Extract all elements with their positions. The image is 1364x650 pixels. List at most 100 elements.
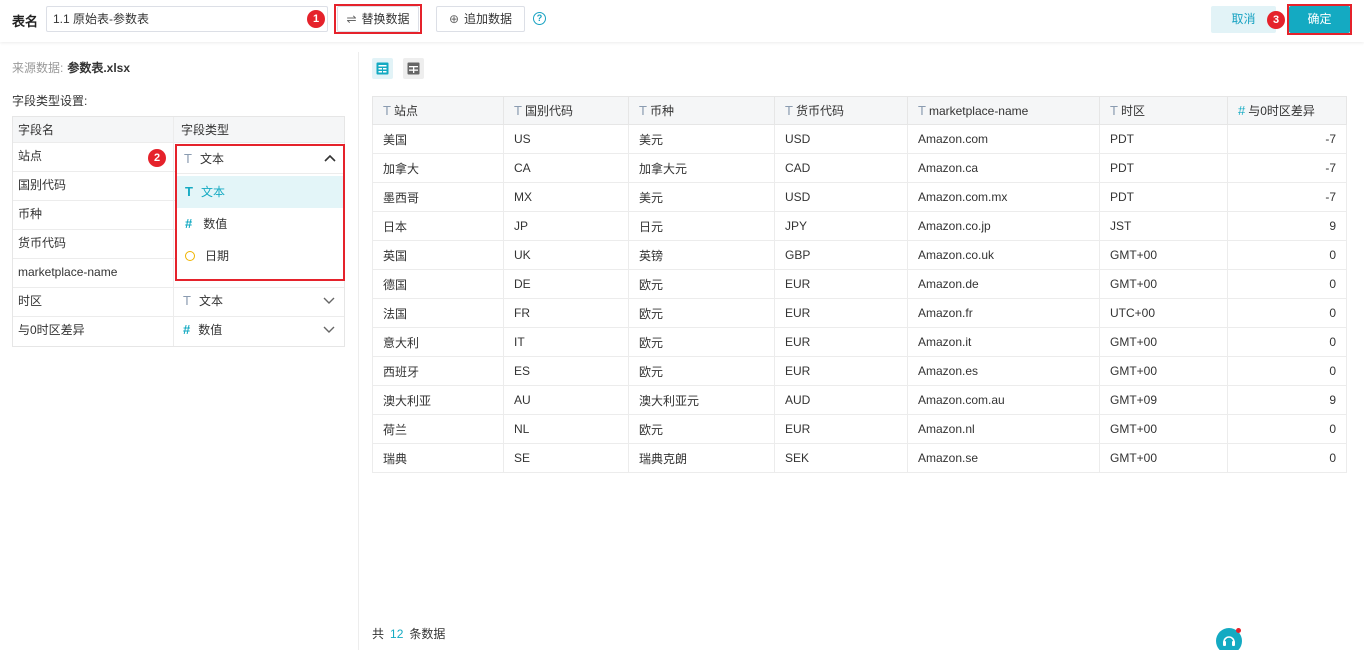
column-header[interactable]: T 站点 bbox=[372, 96, 504, 125]
field-name: 币种 bbox=[13, 201, 174, 229]
table-cell: -7 bbox=[1227, 182, 1347, 212]
field-name: 与0时区差异 bbox=[13, 317, 174, 346]
table-cell: USD bbox=[774, 124, 908, 154]
source-label: 来源数据: bbox=[12, 61, 64, 75]
table-cell: Amazon.co.jp bbox=[907, 211, 1100, 241]
table-cell: 瑞典 bbox=[372, 443, 504, 473]
table-cell: 欧元 bbox=[628, 298, 775, 328]
table-cell: 日元 bbox=[628, 211, 775, 241]
table-cell: 日本 bbox=[372, 211, 504, 241]
table-cell: -7 bbox=[1227, 153, 1347, 183]
table-cell: CA bbox=[503, 153, 629, 183]
table-cell: 0 bbox=[1227, 327, 1347, 357]
table-cell: 法国 bbox=[372, 298, 504, 328]
table-cell: 9 bbox=[1227, 211, 1347, 241]
plus-circle-icon: ⊕ bbox=[448, 12, 460, 26]
table-cell: Amazon.com.mx bbox=[907, 182, 1100, 212]
column-label: 与0时区差异 bbox=[1248, 104, 1315, 118]
help-icon[interactable]: ? bbox=[533, 12, 546, 25]
table-cell: Amazon.nl bbox=[907, 414, 1100, 444]
table-cell: 0 bbox=[1227, 356, 1347, 386]
notification-dot bbox=[1236, 628, 1241, 633]
text-type-icon: T bbox=[1110, 103, 1118, 118]
table-cell: CAD bbox=[774, 153, 908, 183]
table-cell: PDT bbox=[1099, 124, 1228, 154]
field-name: marketplace-name bbox=[13, 259, 174, 287]
table-cell: 0 bbox=[1227, 240, 1347, 270]
field-type-select-open[interactable]: T 文本 bbox=[177, 146, 343, 174]
table-row: 荷兰 NL 欧元 EUR Amazon.nl GMT+00 0 bbox=[372, 414, 1347, 444]
field-type-select[interactable]: T 文本 bbox=[174, 288, 344, 316]
record-count: 共 12 条数据 bbox=[372, 625, 445, 642]
table-cell: SE bbox=[503, 443, 629, 473]
option-date[interactable]: 日期 bbox=[177, 240, 343, 272]
column-header[interactable]: T 国别代码 bbox=[503, 96, 629, 125]
option-text[interactable]: T 文本 bbox=[177, 176, 343, 208]
table-cell: 意大利 bbox=[372, 327, 504, 357]
card-view-button[interactable] bbox=[372, 58, 393, 79]
source-data: 来源数据: 参数表.xlsx bbox=[12, 59, 130, 76]
number-type-icon: # bbox=[185, 216, 193, 231]
table-name-label: 表名 bbox=[12, 14, 39, 29]
table-cell: GMT+00 bbox=[1099, 240, 1228, 270]
replace-data-button[interactable]: ⇌ 替换数据 bbox=[337, 6, 419, 32]
col-field-name: 字段名 bbox=[13, 117, 174, 142]
record-count-prefix: 共 bbox=[372, 627, 385, 641]
table-cell: EUR bbox=[774, 356, 908, 386]
table-cell: Amazon.fr bbox=[907, 298, 1100, 328]
table-cell: 加拿大 bbox=[372, 153, 504, 183]
source-file: 参数表.xlsx bbox=[67, 61, 131, 75]
field-type-select[interactable]: # 数值 bbox=[174, 317, 344, 346]
table-row: 加拿大 CA 加拿大元 CAD Amazon.ca PDT -7 bbox=[372, 153, 1347, 183]
table-cell: Amazon.de bbox=[907, 269, 1100, 299]
table-cell: GMT+00 bbox=[1099, 327, 1228, 357]
table-row: 意大利 IT 欧元 EUR Amazon.it GMT+00 0 bbox=[372, 327, 1347, 357]
table-cell: GBP bbox=[774, 240, 908, 270]
field-name: 货币代码 bbox=[13, 230, 174, 258]
column-header[interactable]: T 时区 bbox=[1099, 96, 1228, 125]
table-cell: 加拿大元 bbox=[628, 153, 775, 183]
table-cell: 英镑 bbox=[628, 240, 775, 270]
table-row: 西班牙 ES 欧元 EUR Amazon.es GMT+00 0 bbox=[372, 356, 1347, 386]
table-cell: 西班牙 bbox=[372, 356, 504, 386]
column-header[interactable]: Tmarketplace-name bbox=[907, 96, 1100, 125]
option-label: 文本 bbox=[200, 185, 225, 199]
table-cell: MX bbox=[503, 182, 629, 212]
table-cell: PDT bbox=[1099, 153, 1228, 183]
table-view-button[interactable] bbox=[403, 58, 424, 79]
record-count-suffix: 条数据 bbox=[409, 627, 446, 641]
column-label: 时区 bbox=[1120, 104, 1145, 118]
chevron-down-icon bbox=[323, 297, 335, 304]
table-cell: SEK bbox=[774, 443, 908, 473]
confirm-button[interactable]: 确定 bbox=[1289, 6, 1350, 33]
option-number[interactable]: # 数值 bbox=[177, 208, 343, 240]
table-cell: USD bbox=[774, 182, 908, 212]
top-bar: 表名 1.1 原始表-参数表 1 ⇌ 替换数据 ⊕ 追加数据 ? 取消 3 确定 bbox=[0, 0, 1364, 42]
column-label: 国别代码 bbox=[524, 104, 573, 118]
dropdown-options: T 文本 # 数值 日期 bbox=[177, 174, 343, 272]
table-cell: JPY bbox=[774, 211, 908, 241]
column-header[interactable]: T 货币代码 bbox=[774, 96, 908, 125]
number-type-icon: # bbox=[183, 322, 191, 337]
append-data-button[interactable]: ⊕ 追加数据 bbox=[436, 6, 525, 32]
swap-icon: ⇌ bbox=[346, 12, 357, 26]
column-label: marketplace-name bbox=[928, 104, 1029, 118]
table-cell: Amazon.co.uk bbox=[907, 240, 1100, 270]
column-header[interactable]: # 与0时区差异 bbox=[1227, 96, 1347, 125]
table-cell: 美元 bbox=[628, 124, 775, 154]
text-type-icon: T bbox=[514, 103, 522, 118]
step-badge-2: 2 bbox=[148, 149, 166, 167]
table-cell: UTC+00 bbox=[1099, 298, 1228, 328]
column-header[interactable]: T 币种 bbox=[628, 96, 775, 125]
table-cell: GMT+09 bbox=[1099, 385, 1228, 415]
table-cell: GMT+00 bbox=[1099, 414, 1228, 444]
table-cell: 9 bbox=[1227, 385, 1347, 415]
table-name-input[interactable]: 1.1 原始表-参数表 bbox=[46, 6, 328, 32]
text-type-icon: T bbox=[639, 103, 647, 118]
table-cell: 英国 bbox=[372, 240, 504, 270]
table-row: 美国 US 美元 USD Amazon.com PDT -7 bbox=[372, 124, 1347, 154]
chevron-down-icon bbox=[323, 326, 335, 333]
table-cell: 欧元 bbox=[628, 269, 775, 299]
field-name: 时区 bbox=[13, 288, 174, 316]
table-cell: PDT bbox=[1099, 182, 1228, 212]
